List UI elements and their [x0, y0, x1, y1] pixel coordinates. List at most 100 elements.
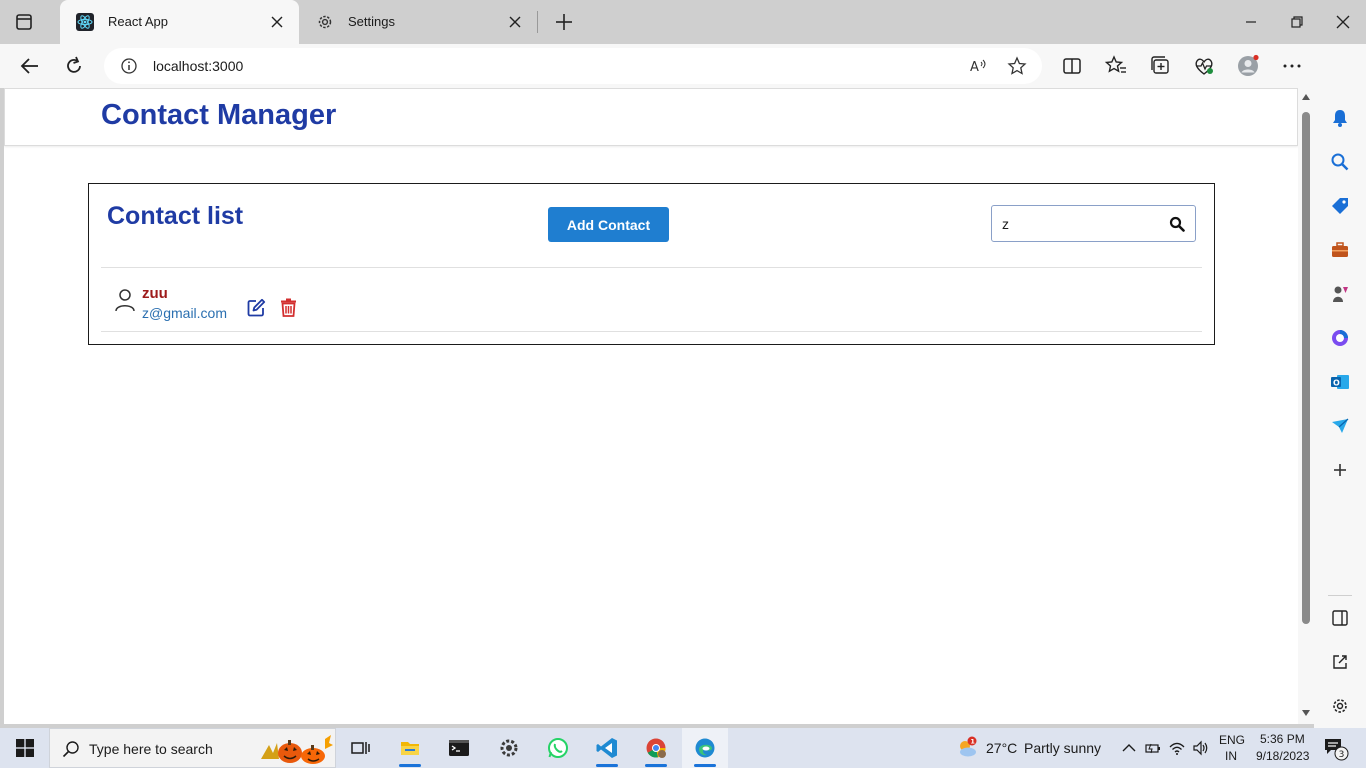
tab-settings[interactable]: Settings	[300, 0, 537, 44]
contact-email: z@gmail.com	[142, 305, 228, 321]
taskbar: Type here to search 1 27°C Partly sunny …	[0, 728, 1366, 768]
taskbar-search[interactable]: Type here to search	[49, 728, 336, 768]
heart-pulse-icon[interactable]	[1192, 54, 1216, 78]
external-link-icon[interactable]	[1330, 652, 1350, 672]
region-code[interactable]: IN	[1225, 749, 1237, 763]
restore-icon[interactable]	[1287, 12, 1307, 32]
games-icon[interactable]	[1330, 284, 1350, 304]
weather-badge: 1	[970, 738, 975, 746]
tab-strip: React App Settings	[0, 0, 1366, 44]
edge-sidebar: O	[1314, 44, 1366, 728]
clock-time[interactable]: 5:36 PM	[1260, 732, 1305, 746]
close-icon[interactable]	[507, 14, 523, 30]
notifications-icon[interactable]: 3	[1323, 735, 1349, 761]
file-explorer-button[interactable]	[387, 728, 433, 768]
app-title: Contact Manager	[101, 99, 337, 131]
wifi-icon[interactable]	[1168, 739, 1186, 757]
scroll-thumb[interactable]	[1302, 112, 1310, 624]
chevron-up-icon[interactable]	[1120, 739, 1138, 757]
windows-start-icon[interactable]	[16, 739, 34, 757]
office-icon[interactable]	[1330, 328, 1350, 348]
volume-icon[interactable]	[1192, 739, 1210, 757]
star-icon[interactable]	[1007, 56, 1027, 76]
page-viewport: Contact Manager Contact list Add Contact…	[4, 88, 1298, 724]
address-bar[interactable]: localhost:3000 A	[104, 48, 1042, 84]
contact-list-card: Contact list Add Contact zuu z@gmail.com	[88, 183, 1215, 345]
briefcase-icon[interactable]	[1330, 240, 1350, 260]
refresh-icon[interactable]	[62, 54, 86, 78]
page-scrollbar[interactable]	[1298, 88, 1314, 724]
user-icon	[115, 289, 135, 312]
running-indicator	[694, 764, 716, 767]
back-arrow-icon[interactable]	[18, 54, 42, 78]
task-view-icon	[351, 742, 370, 754]
language-code[interactable]: ENG	[1219, 733, 1245, 747]
close-icon[interactable]	[269, 14, 285, 30]
info-icon[interactable]	[120, 57, 138, 75]
search-box[interactable]	[991, 205, 1196, 242]
edge-icon	[695, 738, 715, 758]
profile-icon[interactable]	[1236, 54, 1260, 78]
trash-icon[interactable]	[280, 298, 297, 317]
contact-list-title: Contact list	[107, 202, 244, 230]
weather-condition[interactable]: Partly sunny	[1024, 740, 1101, 756]
gear-icon[interactable]	[1330, 696, 1350, 716]
tab-actions-icon[interactable]	[14, 12, 34, 32]
svg-text:O: O	[1333, 379, 1340, 388]
browser-toolbar: localhost:3000 A	[0, 44, 1366, 88]
weather-temp[interactable]: 27°C	[986, 740, 1017, 756]
edit-icon[interactable]	[247, 298, 266, 317]
contact-row[interactable]: zuu z@gmail.com	[101, 268, 1202, 331]
whatsapp-icon	[548, 738, 568, 758]
scroll-down-icon[interactable]	[1302, 710, 1310, 716]
outlook-icon[interactable]: O	[1330, 372, 1350, 392]
task-view-button[interactable]	[337, 728, 383, 768]
edge-button[interactable]	[682, 728, 728, 768]
read-aloud-icon[interactable]: A	[968, 56, 988, 76]
whatsapp-button[interactable]	[535, 728, 581, 768]
favorites-icon[interactable]	[1104, 54, 1128, 78]
scroll-up-icon[interactable]	[1302, 94, 1310, 100]
chrome-icon	[646, 738, 666, 758]
search-icon[interactable]	[1330, 152, 1350, 172]
collections-icon[interactable]	[1148, 54, 1172, 78]
send-icon[interactable]	[1330, 416, 1350, 436]
folder-icon	[401, 742, 419, 755]
running-indicator	[399, 764, 421, 767]
battery-icon[interactable]	[1144, 739, 1162, 757]
clock-date[interactable]: 9/18/2023	[1256, 749, 1309, 763]
chrome-button[interactable]	[633, 728, 679, 768]
tab-react-app[interactable]: React App	[60, 0, 299, 44]
taskbar-search-placeholder: Type here to search	[89, 741, 213, 757]
tab-title: React App	[108, 14, 168, 29]
app-header: Contact Manager	[4, 88, 1298, 146]
vscode-icon	[596, 738, 617, 758]
pumpkin-icon	[261, 735, 333, 764]
gear-icon	[500, 739, 518, 757]
url-text[interactable]: localhost:3000	[153, 58, 243, 74]
settings-app-button[interactable]	[486, 728, 532, 768]
shopping-tag-icon[interactable]	[1330, 196, 1350, 216]
contact-name: zuu	[142, 285, 168, 302]
terminal-icon	[449, 740, 469, 756]
more-icon[interactable]	[1280, 54, 1304, 78]
split-screen-icon[interactable]	[1060, 54, 1084, 78]
minimize-icon[interactable]	[1241, 12, 1261, 32]
react-icon	[76, 13, 94, 31]
search-icon[interactable]	[1169, 216, 1185, 232]
new-tab-icon[interactable]	[553, 11, 575, 33]
tab-title: Settings	[348, 14, 395, 29]
close-window-icon[interactable]	[1333, 12, 1353, 32]
vscode-button[interactable]	[584, 728, 630, 768]
add-contact-button[interactable]: Add Contact	[548, 207, 669, 242]
running-indicator	[596, 764, 618, 767]
weather-icon[interactable]: 1	[955, 736, 979, 760]
terminal-button[interactable]	[436, 728, 482, 768]
bell-icon[interactable]	[1330, 108, 1350, 128]
sidebar-divider	[1328, 595, 1352, 596]
divider	[101, 331, 1202, 332]
search-input[interactable]	[1002, 215, 1162, 233]
sidebar-toggle-icon[interactable]	[1330, 608, 1350, 628]
notifications-count: 3	[1339, 750, 1345, 760]
add-icon[interactable]	[1330, 460, 1350, 480]
